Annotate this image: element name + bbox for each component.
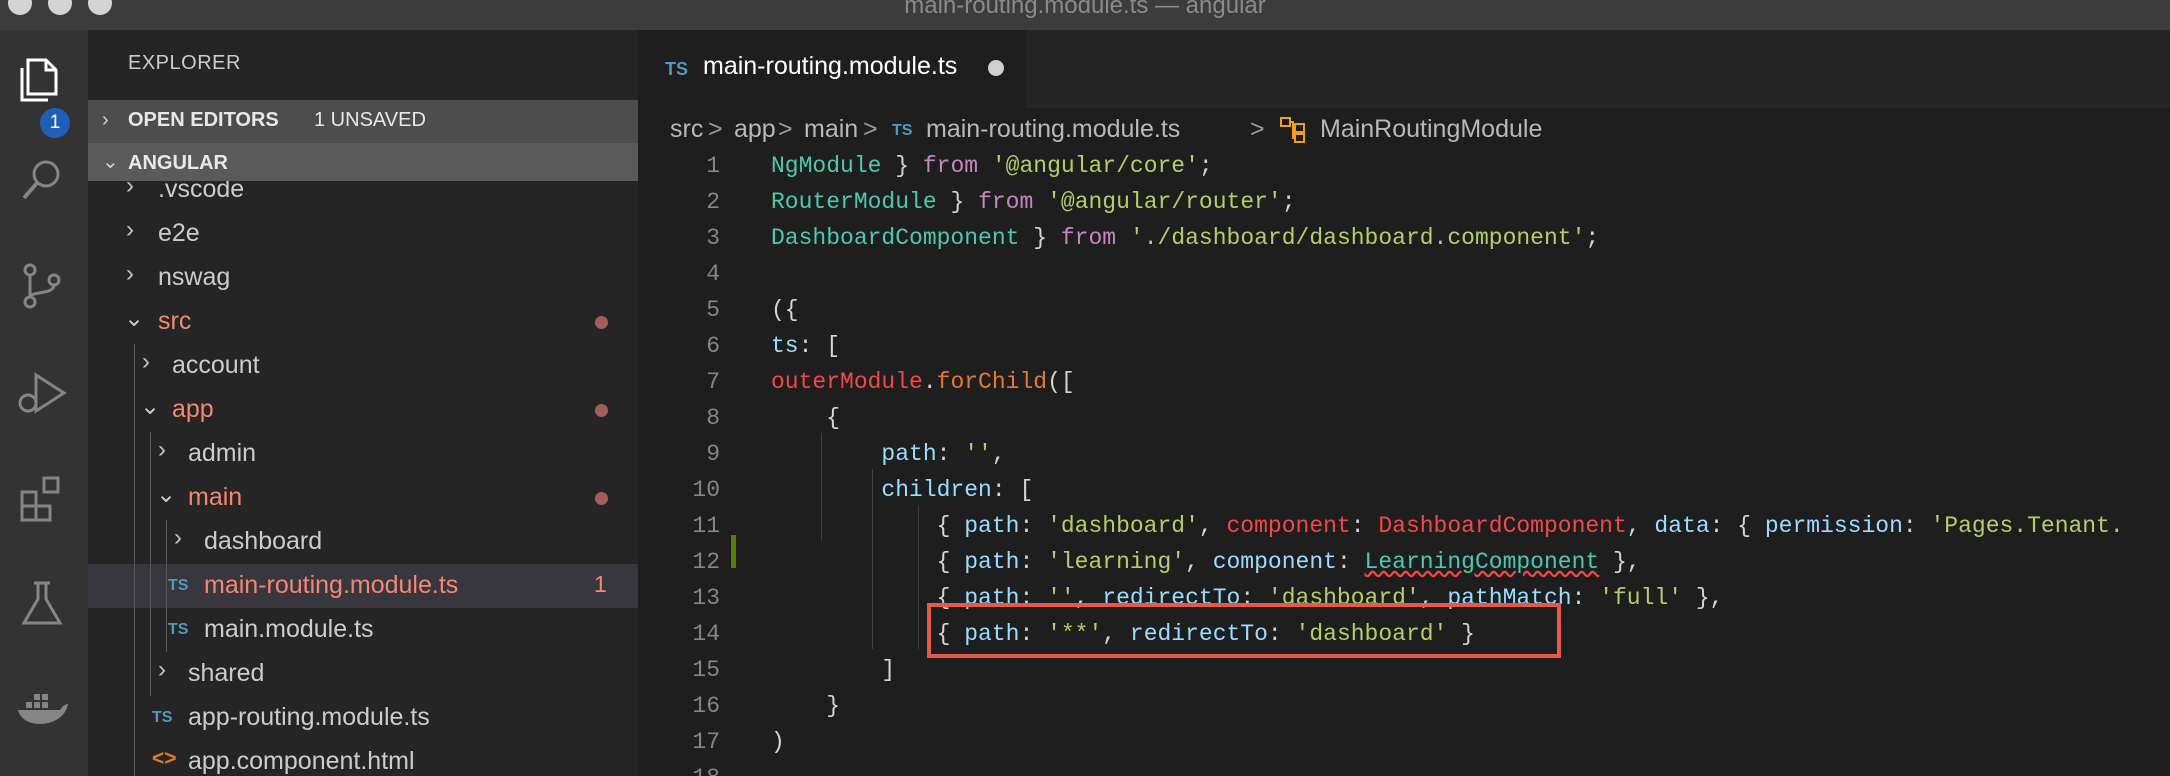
code-line: 7 outerModule.forChild([ — [706, 369, 1075, 395]
modified-dot — [595, 316, 608, 329]
html-file-icon: <> — [152, 747, 177, 770]
tree-item-folder[interactable]: ⌄ src — [88, 300, 638, 344]
chevron-right-icon: › — [158, 656, 166, 683]
chevron-right-icon: › — [102, 109, 109, 131]
files-icon[interactable] — [14, 50, 70, 106]
tree-item-folder[interactable]: › account — [88, 344, 638, 388]
chevron-down-icon: ⌄ — [156, 481, 177, 508]
code-line: 1 NgModule } from '@angular/core'; — [706, 153, 1213, 179]
chevron-right-icon: › — [126, 260, 134, 287]
tree-item-file[interactable]: <> app.component.html — [88, 740, 638, 776]
code-editor[interactable]: 1 NgModule } from '@angular/core'; 2 Route… — [638, 147, 2170, 776]
breadcrumb-separator: > — [1250, 115, 1265, 143]
tree-item-file[interactable]: TS main.module.ts — [88, 608, 638, 652]
class-symbol-icon — [1278, 114, 1308, 151]
tree-item-folder[interactable]: ⌄ app — [88, 388, 638, 432]
unsaved-dot-icon[interactable] — [988, 60, 1004, 76]
code-line: 4 — [706, 261, 720, 287]
explorer-sidebar: EXPLORER › .vscode › e2e › nswag ⌄ src ›… — [88, 30, 638, 776]
code-line: 5({ — [706, 297, 799, 323]
modified-dot — [595, 492, 608, 505]
code-line: 18 — [638, 759, 2170, 776]
code-line: 12 { path: 'learning', component: Learni… — [692, 549, 1641, 575]
workspace-header[interactable]: ⌄ ANGULAR — [88, 143, 638, 181]
breadcrumb-item-src[interactable]: src — [670, 115, 703, 144]
indent-guide — [150, 432, 151, 696]
breadcrumb-separator: > — [778, 115, 793, 143]
code-line: 8 { — [706, 405, 841, 431]
tree-item-file[interactable]: TS app-routing.module.ts — [88, 696, 638, 740]
tree-item-folder[interactable]: › e2e — [88, 212, 638, 256]
tree-item-folder[interactable]: ⌄ main — [88, 476, 638, 520]
tree-item-file-selected[interactable]: TS main-routing.module.ts 1 — [88, 564, 638, 608]
chevron-right-icon: › — [126, 216, 134, 243]
tab-bar: TS main-routing.module.ts — [638, 30, 2170, 108]
code-line: 9 path: '', — [706, 441, 1006, 467]
breadcrumb-item-main[interactable]: main — [804, 115, 858, 144]
code-line: 6 ts: [ — [706, 333, 841, 359]
problem-count: 1 — [594, 571, 607, 597]
modified-dot — [595, 404, 608, 417]
tree-item-folder[interactable]: › nswag — [88, 256, 638, 300]
indent-guide — [166, 520, 167, 652]
tree-item-folder[interactable]: › shared — [88, 652, 638, 696]
code-line: 2 RouterModule } from '@angular/router'; — [706, 189, 1296, 215]
breadcrumb-separator: > — [708, 115, 723, 143]
title-bar: main-routing.module.ts — angular — [0, 0, 2170, 30]
extensions-icon[interactable] — [14, 470, 70, 526]
code-line: 3 DashboardComponent } from './dashboard/… — [706, 225, 1600, 251]
breadcrumb-separator: > — [863, 115, 878, 143]
explorer-badge: 1 — [40, 108, 70, 138]
window-title: main-routing.module.ts — angular — [904, 0, 1266, 19]
tree-item-folder[interactable]: › admin — [88, 432, 638, 476]
search-icon[interactable] — [14, 152, 70, 208]
docker-icon[interactable] — [14, 680, 70, 736]
chevron-down-icon: ⌄ — [102, 151, 119, 173]
test-icon[interactable] — [14, 575, 70, 631]
breadcrumb-item-app[interactable]: app — [734, 115, 776, 144]
tab-main-routing[interactable]: TS main-routing.module.ts — [638, 30, 1026, 108]
activity-bar: 1 — [0, 30, 88, 776]
annotation-highlight-box — [927, 603, 1561, 658]
tree-item-folder[interactable]: › dashboard — [88, 520, 638, 564]
code-line: 16 } — [692, 693, 841, 719]
chevron-right-icon: › — [158, 436, 166, 463]
chevron-right-icon: › — [142, 348, 150, 375]
chevron-right-icon: › — [174, 524, 182, 551]
open-editors-header[interactable]: › OPEN EDITORS 1 UNSAVED — [88, 100, 638, 143]
code-line: 17) — [692, 729, 785, 755]
typescript-file-icon: TS — [665, 59, 689, 79]
source-control-icon[interactable] — [14, 258, 70, 314]
breadcrumb-item-file[interactable]: main-routing.module.ts — [926, 115, 1180, 144]
typescript-file-icon: TS — [168, 621, 189, 638]
chevron-down-icon: ⌄ — [140, 393, 161, 420]
code-line: 10 children: [ — [692, 477, 1034, 503]
chevron-down-icon: ⌄ — [124, 305, 145, 332]
explorer-title: EXPLORER — [128, 52, 241, 74]
run-debug-icon[interactable] — [14, 365, 70, 421]
breadcrumb-item-symbol[interactable]: MainRoutingModule — [1320, 115, 1542, 144]
typescript-file-icon: TS — [152, 709, 173, 726]
indent-guide — [134, 344, 135, 776]
typescript-file-icon: TS — [892, 122, 913, 139]
editor-area: TS main-routing.module.ts src > app > ma… — [638, 30, 2170, 776]
unsaved-count: 1 UNSAVED — [314, 109, 426, 131]
tab-label: main-routing.module.ts — [703, 52, 958, 80]
code-line: 11 { path: 'dashboard', component: Dashb… — [692, 513, 2124, 539]
typescript-file-icon: TS — [168, 577, 189, 594]
